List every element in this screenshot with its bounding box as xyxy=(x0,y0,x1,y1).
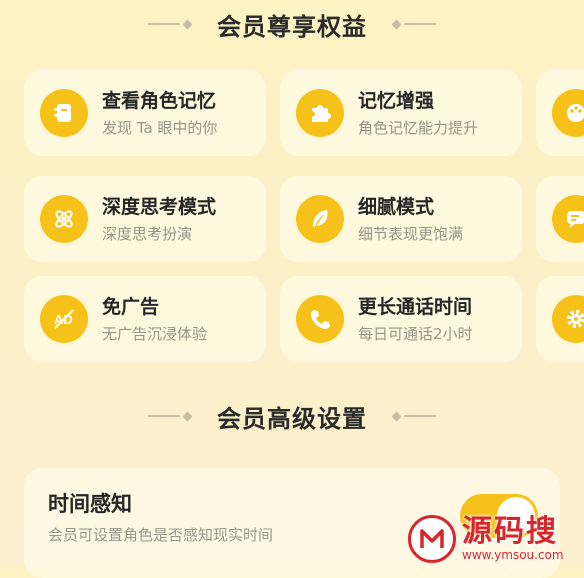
benefit-desc: 每日可通话2小时 xyxy=(358,324,473,343)
benefit-card-partial-1[interactable] xyxy=(536,70,584,156)
atom-icon xyxy=(40,195,88,243)
memory-book-icon xyxy=(40,89,88,137)
watermark-main-text: 源码搜 xyxy=(462,514,558,549)
benefit-title: 记忆增强 xyxy=(358,89,435,112)
benefits-section-title: 会员尊享权益 xyxy=(217,12,367,41)
benefit-title: 查看角色记忆 xyxy=(102,89,217,112)
benefits-section-header: 会员尊享权益 xyxy=(0,4,584,44)
benefit-title: 深度思考模式 xyxy=(102,195,217,218)
setting-title: 时间感知 xyxy=(48,492,132,516)
watermark: 源码搜 www.ymsou.com xyxy=(408,510,584,568)
benefit-card-partial-3[interactable] xyxy=(536,276,584,362)
chat-bubble-icon xyxy=(552,195,584,243)
title-decoration-left xyxy=(148,411,195,421)
setting-desc: 会员可设置角色是否感知现实时间 xyxy=(48,526,274,544)
benefit-card-no-ads[interactable]: AD 免广告 无广告沉浸体验 xyxy=(24,276,266,362)
benefit-card-partial-2[interactable] xyxy=(536,176,584,262)
feather-icon xyxy=(296,195,344,243)
title-decoration-right xyxy=(389,411,436,421)
benefit-desc: 无广告沉浸体验 xyxy=(102,324,208,343)
gear-icon xyxy=(552,295,584,343)
title-decoration-right xyxy=(389,19,436,29)
benefit-title: 免广告 xyxy=(102,295,160,318)
no-ads-icon: AD xyxy=(40,295,88,343)
watermark-sub-text: www.ymsou.com xyxy=(462,548,564,562)
phone-icon xyxy=(296,295,344,343)
settings-section-header: 会员高级设置 xyxy=(0,396,584,436)
benefit-card-memory-boost[interactable]: 记忆增强 角色记忆能力提升 xyxy=(280,70,522,156)
benefit-card-deep-thinking[interactable]: 深度思考模式 深度思考扮演 xyxy=(24,176,266,262)
benefit-title: 更长通话时间 xyxy=(358,295,473,318)
title-decoration-left xyxy=(148,19,195,29)
benefit-card-view-memory[interactable]: 查看角色记忆 发现 Ta 眼中的你 xyxy=(24,70,266,156)
benefit-desc: 细节表现更饱满 xyxy=(358,224,464,243)
palette-icon xyxy=(552,89,584,137)
settings-section-title: 会员高级设置 xyxy=(217,404,367,433)
benefit-desc: 深度思考扮演 xyxy=(102,224,193,243)
benefit-title: 细腻模式 xyxy=(358,195,435,218)
puzzle-icon xyxy=(296,89,344,137)
benefit-desc: 角色记忆能力提升 xyxy=(358,118,479,137)
watermark-logo-icon xyxy=(408,515,456,563)
benefit-card-delicate-mode[interactable]: 细腻模式 细节表现更饱满 xyxy=(280,176,522,262)
benefit-card-longer-call[interactable]: 更长通话时间 每日可通话2小时 xyxy=(280,276,522,362)
benefit-desc: 发现 Ta 眼中的你 xyxy=(102,118,218,137)
